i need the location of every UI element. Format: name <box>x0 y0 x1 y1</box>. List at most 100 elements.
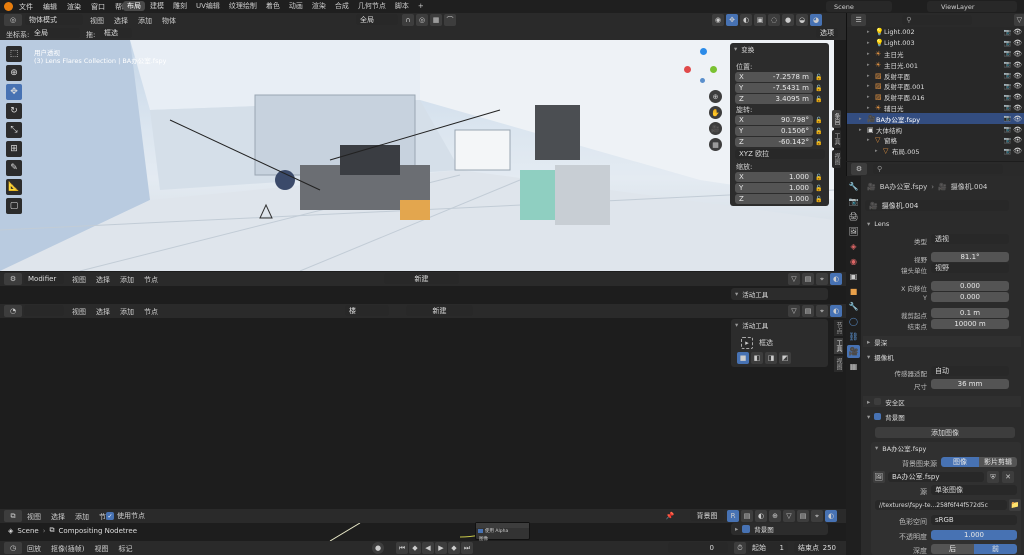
box-select-icon[interactable]: ▸ <box>741 337 753 349</box>
shading-render-icon[interactable]: ◕ <box>810 14 822 26</box>
value-field[interactable]: X -7.2578 m <box>735 72 813 82</box>
eye-icon[interactable]: 👁 <box>1013 147 1022 155</box>
menu-item[interactable]: 选择 <box>114 16 128 26</box>
menu-item[interactable]: 文件 <box>19 2 33 12</box>
shading-wire-icon[interactable]: ◌ <box>768 14 780 26</box>
scene-selector[interactable]: Scene <box>826 1 892 12</box>
workspace-tab[interactable]: 纹理绘制 <box>225 1 261 11</box>
vector-field[interactable]: Z 1.000 🔓 <box>735 194 825 204</box>
camera-render-icon[interactable]: 📷 <box>1004 72 1011 79</box>
menu-item[interactable]: 选择 <box>96 275 110 285</box>
physics-tab-icon[interactable]: ◯ <box>847 315 860 328</box>
vector-field[interactable]: X 90.798° 🔓 <box>735 115 825 125</box>
outliner-item[interactable]: ▸ ▽ 布局.005 👁 📷 <box>847 146 1024 157</box>
menu-item[interactable]: 标记 <box>118 544 132 554</box>
menu-item[interactable]: 视图 <box>94 544 108 554</box>
camera-render-icon[interactable]: 📷 <box>1004 29 1011 36</box>
overlay-icon[interactable]: ◐ <box>825 510 837 522</box>
options-button[interactable]: 选项 <box>816 28 838 38</box>
active-tool-section[interactable]: ▾ 活动工具 <box>731 319 828 330</box>
add-workspace-button[interactable]: + <box>414 1 428 11</box>
expand-icon[interactable]: ▸ <box>867 40 875 46</box>
new-material-button[interactable]: 新建 <box>406 305 473 316</box>
outliner-item[interactable]: ▸ 💡 Light.003 👁 📷 <box>847 38 1024 49</box>
editor-type-icon[interactable]: ◷ <box>4 542 22 554</box>
eye-icon[interactable]: 👁 <box>1013 82 1022 90</box>
value-field[interactable]: X 90.798° <box>735 115 813 125</box>
toggle-icon[interactable]: ▤ <box>802 273 814 285</box>
snap-controls[interactable]: ∩ ◎ ▦ ⌒ <box>402 14 456 26</box>
gizmo-icon[interactable]: ✥ <box>726 14 738 26</box>
editor-type-icon[interactable]: ◎ <box>4 14 22 26</box>
background-images-section[interactable]: ▾ 背景图 <box>863 411 1021 422</box>
lock-icon[interactable]: 🔓 <box>815 117 822 124</box>
sensor-fit-field[interactable]: 自动 <box>931 366 1009 376</box>
vector-field[interactable]: Z 3.4095 m 🔓 <box>735 94 825 104</box>
outliner-item[interactable]: ▸ ▨ 反射平面.016 👁 📷 <box>847 92 1024 103</box>
snap-icon[interactable]: ⌖ <box>816 273 828 285</box>
camera-data-tab-icon[interactable]: 🎥 <box>847 345 860 358</box>
expand-icon[interactable]: ▸ <box>867 62 875 68</box>
world-tab-icon[interactable]: ◉ <box>847 255 860 268</box>
workspace-tab[interactable]: 雕刻 <box>169 1 191 11</box>
menu-item[interactable]: 节点 <box>144 275 158 285</box>
depth-front-button[interactable]: 前 <box>974 544 1017 554</box>
camera-render-icon[interactable]: 📷 <box>1004 83 1011 90</box>
snap-icon[interactable]: ⌖ <box>811 510 823 522</box>
outliner-item[interactable]: ▸ ▨ 反射平面.001 👁 📷 <box>847 81 1024 92</box>
filter-icon[interactable]: ▽ <box>788 273 800 285</box>
folder-icon[interactable]: 📁 <box>1009 499 1021 511</box>
camera-view-icon[interactable]: 🎥 <box>709 122 722 135</box>
source-image-button[interactable]: 图像 <box>941 457 979 467</box>
value-field[interactable]: Y -7.5431 m <box>735 83 813 93</box>
end-frame-field[interactable]: 结束点 250 <box>794 542 840 553</box>
snap-icon[interactable]: ⌖ <box>816 305 828 317</box>
lens-section[interactable]: ▾ Lens <box>863 218 1021 229</box>
eye-icon[interactable]: 👁 <box>1013 28 1022 36</box>
jump-end-icon[interactable]: ⏭ <box>461 542 473 554</box>
lock-icon[interactable]: 🔓 <box>815 174 822 181</box>
lock-icon[interactable]: 🔓 <box>815 85 822 92</box>
eye-icon[interactable]: 👁 <box>1013 126 1022 134</box>
dof-section[interactable]: ▸ 景深 <box>863 336 1021 347</box>
backdrop-button[interactable]: 背景图 <box>690 510 724 521</box>
menu-item[interactable]: 物体 <box>162 16 176 26</box>
shift-y-field[interactable]: 0.000 <box>931 292 1009 302</box>
transform-tool-icon[interactable]: ⊞ <box>6 141 22 157</box>
editor-type-icon[interactable]: ☰ <box>851 14 867 26</box>
workspace-tab[interactable]: 动画 <box>285 1 307 11</box>
constraints-tab-icon[interactable]: ⛓ <box>847 330 860 343</box>
current-frame-field[interactable]: 0 <box>668 542 728 553</box>
pin-icon[interactable]: 📌 <box>664 510 676 522</box>
opacity-slider[interactable]: 1.000 <box>931 530 1017 540</box>
safe-areas-section[interactable]: ▸ 安全区 <box>863 396 1021 407</box>
fov-field[interactable]: 81.1° <box>931 252 1009 262</box>
toggle-icon[interactable]: ▤ <box>797 510 809 522</box>
menu-item[interactable]: 窗口 <box>91 2 105 12</box>
modifier-mode-select[interactable]: Modifier <box>24 273 64 284</box>
vector-field[interactable]: X 1.000 🔓 <box>735 172 825 182</box>
menu-item[interactable]: 选择 <box>96 307 110 317</box>
workspace-tab[interactable]: 渲染 <box>308 1 330 11</box>
select-extend-icon[interactable]: ◧ <box>751 352 763 364</box>
zoom-icon[interactable]: ⊕ <box>709 90 722 103</box>
transform-section[interactable]: ▾ 变换 <box>730 43 829 55</box>
menu-item[interactable]: 添加 <box>75 512 89 522</box>
select-box-dropdown[interactable]: 框选 <box>100 28 132 38</box>
menu-item[interactable]: 回放 <box>27 544 41 554</box>
sensor-size-field[interactable]: 36 mm <box>931 379 1009 389</box>
channel-icon[interactable]: ▤ <box>741 510 753 522</box>
lock-icon[interactable]: 🔓 <box>815 196 822 203</box>
navigation-gizmo[interactable] <box>684 48 724 88</box>
menu-item[interactable]: 节点 <box>144 307 158 317</box>
add-image-button[interactable]: 添加图像 <box>875 427 1015 438</box>
expand-icon[interactable]: ▸ <box>867 137 875 143</box>
tab-item[interactable]: 条目 <box>832 110 841 128</box>
eye-icon[interactable]: 👁 <box>1013 93 1022 101</box>
shader-type-select[interactable] <box>24 305 64 316</box>
texture-tab-icon[interactable]: ▦ <box>847 360 860 373</box>
use-nodes-checkbox[interactable]: ✓ 使用节点 <box>106 511 145 521</box>
menu-item[interactable]: 渲染 <box>67 2 81 12</box>
compositor-canvas[interactable]: ◈ Scene › ⧉ Compositing Nodetree 使用 Alph… <box>0 522 846 542</box>
overlay-icon[interactable]: ◐ <box>740 14 752 26</box>
